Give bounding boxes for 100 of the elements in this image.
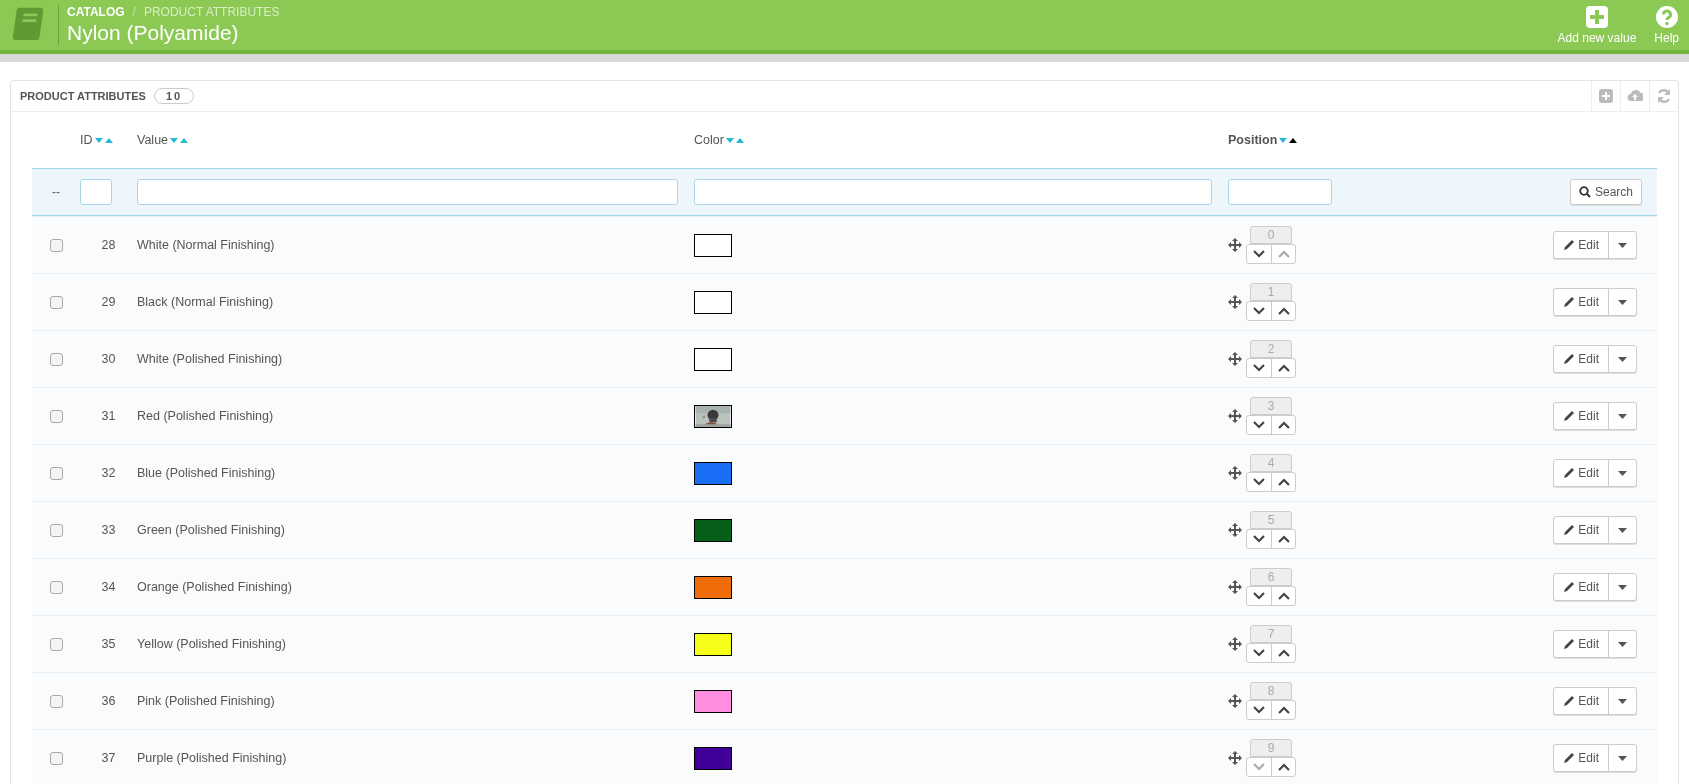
row-checkbox[interactable] <box>49 751 63 765</box>
position-filter-field[interactable] <box>1228 179 1332 205</box>
chevron-down-icon <box>1253 364 1265 372</box>
drag-handle-icon[interactable] <box>1228 751 1242 765</box>
color-filter-field[interactable] <box>694 179 1212 205</box>
pencil-icon <box>1563 638 1576 650</box>
id-cell-text: 31 <box>100 409 117 423</box>
chevron-down-icon <box>1253 592 1265 600</box>
search-button[interactable]: Search <box>1569 179 1642 205</box>
pencil-icon <box>1563 239 1576 251</box>
id-cell-text: 29 <box>100 295 117 309</box>
sort-ascending-icon[interactable] <box>1289 137 1298 143</box>
caret-icon <box>1618 527 1627 533</box>
caret-icon <box>1618 698 1627 704</box>
value-cell-text: Orange (Polished Finishing) <box>137 580 293 594</box>
chevron-down-icon <box>1253 250 1265 258</box>
chevron-down-icon <box>1253 706 1265 714</box>
position-field: 9 <box>1250 739 1292 757</box>
column-header[interactable]: Value <box>137 133 169 147</box>
row-checkbox[interactable] <box>49 637 63 651</box>
pencil-icon <box>1563 752 1576 764</box>
chevron-down-icon <box>1253 535 1265 543</box>
chevron-down-icon <box>1253 763 1265 771</box>
drag-handle-icon[interactable] <box>1228 523 1242 537</box>
row-checkbox[interactable] <box>49 580 63 594</box>
value-cell-text: Pink (Polished Finishing) <box>137 694 276 708</box>
breadcrumb-current: PRODUCT ATTRIBUTES <box>143 5 280 19</box>
cloud-upload-icon <box>1627 88 1643 104</box>
chevron-up-icon <box>1277 478 1290 486</box>
position-field: 5 <box>1250 511 1292 529</box>
search-icon <box>1578 186 1591 198</box>
pencil-icon <box>1563 353 1576 365</box>
id-cell-text: 34 <box>100 580 117 594</box>
chevron-up-icon <box>1277 250 1290 258</box>
panel-title: PRODUCT ATTRIBUTES <box>20 90 146 102</box>
pencil-icon <box>1563 524 1576 536</box>
drag-handle-icon[interactable] <box>1228 352 1242 366</box>
caret-icon <box>1618 755 1627 761</box>
caret-icon <box>1618 584 1627 590</box>
value-cell-text: White (Normal Finishing) <box>137 238 276 252</box>
column-header[interactable]: ID <box>80 133 93 147</box>
id-cell-text: 35 <box>100 637 117 651</box>
column-header[interactable]: Position <box>1228 133 1278 147</box>
row-checkbox[interactable] <box>49 409 63 423</box>
position-field: 1 <box>1250 283 1292 301</box>
value-cell-text: Yellow (Polished Finishing) <box>137 637 287 651</box>
value-cell-text: Black (Normal Finishing) <box>137 295 275 309</box>
row-checkbox[interactable] <box>49 694 63 708</box>
drag-handle-icon[interactable] <box>1228 637 1242 651</box>
pencil-icon <box>1563 410 1576 422</box>
chevron-down-icon <box>1253 649 1265 657</box>
drag-handle-icon[interactable] <box>1228 580 1242 594</box>
position-field: 4 <box>1250 454 1292 472</box>
caret-icon <box>1618 413 1627 419</box>
value-cell-text: Blue (Polished Finishing) <box>137 466 277 480</box>
value-filter-field[interactable] <box>137 179 678 205</box>
chevron-up-icon <box>1277 535 1290 543</box>
breadcrumb-separator: / <box>132 5 136 19</box>
chevron-up-icon <box>1277 763 1290 771</box>
caret-icon <box>1618 641 1627 647</box>
row-checkbox[interactable] <box>49 523 63 537</box>
row-checkbox[interactable] <box>49 352 63 366</box>
row-checkbox[interactable] <box>49 466 63 480</box>
id-filter-field[interactable] <box>80 179 112 205</box>
position-field: 0 <box>1250 226 1292 244</box>
id-cell-text: 37 <box>100 751 117 765</box>
chevron-up-icon <box>1277 307 1290 315</box>
drag-handle-icon[interactable] <box>1228 295 1242 309</box>
position-field: 6 <box>1250 568 1292 586</box>
plus-icon <box>1584 5 1609 29</box>
drag-handle-icon[interactable] <box>1228 466 1242 480</box>
row-checkbox[interactable] <box>49 295 63 309</box>
pencil-icon <box>1563 581 1576 593</box>
refresh-icon <box>1656 88 1672 104</box>
drag-handle-icon[interactable] <box>1228 409 1242 423</box>
plus-icon <box>1598 88 1614 104</box>
pencil-icon <box>1563 467 1576 479</box>
caret-icon <box>1618 356 1627 362</box>
pencil-icon <box>1563 296 1576 308</box>
caret-icon <box>1618 242 1627 248</box>
id-cell-text: 36 <box>100 694 117 708</box>
row-checkbox[interactable] <box>49 238 63 252</box>
chevron-down-icon <box>1253 307 1265 315</box>
position-field: 7 <box>1250 625 1292 643</box>
chevron-down-icon <box>1253 478 1265 486</box>
drag-handle-icon[interactable] <box>1228 694 1242 708</box>
chevron-up-icon <box>1277 649 1290 657</box>
drag-handle-icon[interactable] <box>1228 238 1242 252</box>
column-header[interactable]: Color <box>694 133 724 147</box>
value-cell-text: Purple (Polished Finishing) <box>137 751 288 765</box>
position-field: 2 <box>1250 340 1292 358</box>
value-cell-text: White (Polished Finishing) <box>137 352 284 366</box>
help-icon <box>1654 5 1679 29</box>
page-title: Nylon (Polyamide) <box>67 21 240 45</box>
chevron-down-icon <box>1253 421 1265 429</box>
bulk-label: -- <box>52 185 60 199</box>
chevron-up-icon <box>1277 421 1290 429</box>
caret-icon <box>1618 299 1627 305</box>
chevron-up-icon <box>1277 592 1290 600</box>
chevron-up-icon <box>1277 706 1290 714</box>
